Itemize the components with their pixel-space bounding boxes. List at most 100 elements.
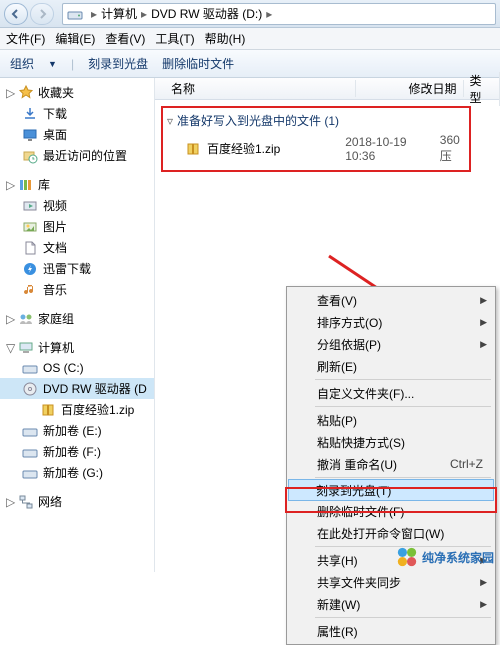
ctx-group[interactable]: 分组依据(P): [289, 333, 493, 355]
nav-recent[interactable]: 最近访问的位置: [0, 145, 154, 166]
zip-icon: [40, 402, 56, 418]
nav-network[interactable]: ▷ 网络: [0, 491, 154, 512]
nav-music[interactable]: 音乐: [0, 279, 154, 300]
ctx-view[interactable]: 查看(V): [289, 289, 493, 311]
ctx-new[interactable]: 新建(W): [289, 593, 493, 615]
nav-videos[interactable]: 视频: [0, 195, 154, 216]
dvd-icon: [22, 381, 38, 397]
nav-label: 图片: [43, 218, 67, 235]
nav-label: 最近访问的位置: [43, 147, 127, 164]
computer-icon: [18, 340, 34, 356]
nav-thunder[interactable]: 迅雷下载: [0, 258, 154, 279]
menu-file[interactable]: 文件(F): [6, 30, 45, 47]
address-bar[interactable]: ▸ 计算机 ▸ DVD RW 驱动器 (D:) ▸: [62, 3, 496, 25]
nav-forward-button[interactable]: [30, 3, 54, 25]
toolbar-burn[interactable]: 刻录到光盘: [88, 55, 148, 72]
nav-drive-c[interactable]: OS (C:): [0, 358, 154, 378]
ctx-shortcut: Ctrl+Z: [450, 457, 483, 471]
nav-label: 新加卷 (G:): [43, 464, 103, 481]
column-modified[interactable]: 修改日期: [356, 80, 464, 97]
music-icon: [22, 282, 38, 298]
nav-label: OS (C:): [43, 361, 84, 375]
toolbar-organize[interactable]: 组织: [10, 55, 34, 72]
ctx-open-cmd[interactable]: 在此处打开命令窗口(W): [289, 522, 493, 544]
nav-computer[interactable]: ▽ 计算机: [0, 337, 154, 358]
breadcrumb-sep: ▸: [141, 7, 147, 21]
ctx-customize-folder[interactable]: 自定义文件夹(F)...: [289, 382, 493, 404]
nav-drive-g[interactable]: 新加卷 (G:): [0, 462, 154, 483]
nav-drive-f[interactable]: 新加卷 (F:): [0, 441, 154, 462]
nav-downloads[interactable]: 下载: [0, 103, 154, 124]
window-titlebar: ▸ 计算机 ▸ DVD RW 驱动器 (D:) ▸: [0, 0, 500, 28]
collapse-icon: ▽: [6, 341, 14, 355]
file-row[interactable]: 百度经验1.zip 2018-10-19 10:36 360压: [167, 133, 465, 164]
menu-tools[interactable]: 工具(T): [155, 30, 194, 47]
network-icon: [18, 494, 34, 510]
group-heading-label: 准备好写入到光盘中的文件 (1): [177, 112, 339, 129]
annotation-box-1: ▿ 准备好写入到光盘中的文件 (1) 百度经验1.zip 2018-10-19 …: [161, 106, 471, 172]
nav-label: 收藏夹: [38, 84, 74, 101]
nav-label: 家庭组: [38, 310, 74, 327]
ctx-paste-shortcut[interactable]: 粘贴快捷方式(S): [289, 431, 493, 453]
ctx-delete-temp[interactable]: 删除临时文件(F): [289, 500, 493, 522]
ctx-separator: [315, 617, 491, 618]
nav-label: 视频: [43, 197, 67, 214]
nav-label: 网络: [38, 493, 62, 510]
nav-file-in-drive[interactable]: 百度经验1.zip: [0, 399, 154, 420]
menu-view[interactable]: 查看(V): [105, 30, 145, 47]
nav-drive-e[interactable]: 新加卷 (E:): [0, 420, 154, 441]
star-icon: [18, 85, 34, 101]
documents-icon: [22, 240, 38, 256]
nav-pictures[interactable]: 图片: [0, 216, 154, 237]
drive-icon: [67, 7, 83, 21]
file-group-header[interactable]: ▿ 准备好写入到光盘中的文件 (1): [167, 112, 465, 129]
ctx-undo-rename[interactable]: 撤消 重命名(U)Ctrl+Z: [289, 453, 493, 475]
hdd-icon: [22, 360, 38, 376]
column-name[interactable]: 名称: [165, 80, 356, 97]
nav-label: 下载: [43, 105, 67, 122]
nav-desktop[interactable]: 桌面: [0, 124, 154, 145]
ctx-separator: [315, 477, 491, 478]
expand-icon: ▷: [6, 312, 14, 326]
navigation-pane: ▷ 收藏夹 下载 桌面 最近访问的位置 ▷ 库 视频 图片 文档 迅雷下载 音乐…: [0, 78, 155, 572]
arrow-right-icon: [37, 9, 47, 19]
nav-back-button[interactable]: [4, 3, 28, 25]
menu-edit[interactable]: 编辑(E): [55, 30, 95, 47]
nav-documents[interactable]: 文档: [0, 237, 154, 258]
ctx-sort[interactable]: 排序方式(O): [289, 311, 493, 333]
nav-libraries[interactable]: ▷ 库: [0, 174, 154, 195]
nav-label: 新加卷 (F:): [43, 443, 101, 460]
menu-help[interactable]: 帮助(H): [205, 30, 246, 47]
nav-homegroup[interactable]: ▷ 家庭组: [0, 308, 154, 329]
breadcrumb-computer[interactable]: 计算机: [101, 5, 137, 22]
ctx-properties[interactable]: 属性(R): [289, 620, 493, 642]
download-icon: [22, 106, 38, 122]
toolbar-delete-temp[interactable]: 删除临时文件: [162, 55, 234, 72]
column-headers: 名称 修改日期 类型: [155, 78, 500, 100]
nav-favorites[interactable]: ▷ 收藏夹: [0, 82, 154, 103]
video-icon: [22, 198, 38, 214]
ctx-burn-to-disc[interactable]: 刻录到光盘(T): [288, 479, 494, 501]
ctx-refresh[interactable]: 刷新(E): [289, 355, 493, 377]
expand-icon: ▷: [6, 86, 14, 100]
recent-icon: [22, 148, 38, 164]
breadcrumb-sep: ▸: [91, 7, 97, 21]
ctx-share[interactable]: 共享(H): [289, 549, 493, 571]
ctx-separator: [315, 406, 491, 407]
nav-drive-dvd[interactable]: DVD RW 驱动器 (D: [0, 378, 154, 399]
nav-label: 百度经验1.zip: [61, 401, 134, 418]
nav-label: 库: [38, 176, 50, 193]
ctx-share-sync[interactable]: 共享文件夹同步: [289, 571, 493, 593]
ctx-paste[interactable]: 粘贴(P): [289, 409, 493, 431]
ctx-separator: [315, 546, 491, 547]
content-pane: 名称 修改日期 类型 ▿ 准备好写入到光盘中的文件 (1) 百度经验1.zip …: [155, 78, 500, 572]
hdd-icon: [22, 444, 38, 460]
thunder-icon: [22, 261, 38, 277]
zip-icon: [185, 141, 201, 157]
breadcrumb-drive[interactable]: DVD RW 驱动器 (D:): [151, 5, 262, 22]
file-type: 360压: [440, 133, 465, 164]
nav-label: 文档: [43, 239, 67, 256]
nav-label: 音乐: [43, 281, 67, 298]
collapse-icon: ▿: [167, 114, 173, 128]
nav-label: 桌面: [43, 126, 67, 143]
